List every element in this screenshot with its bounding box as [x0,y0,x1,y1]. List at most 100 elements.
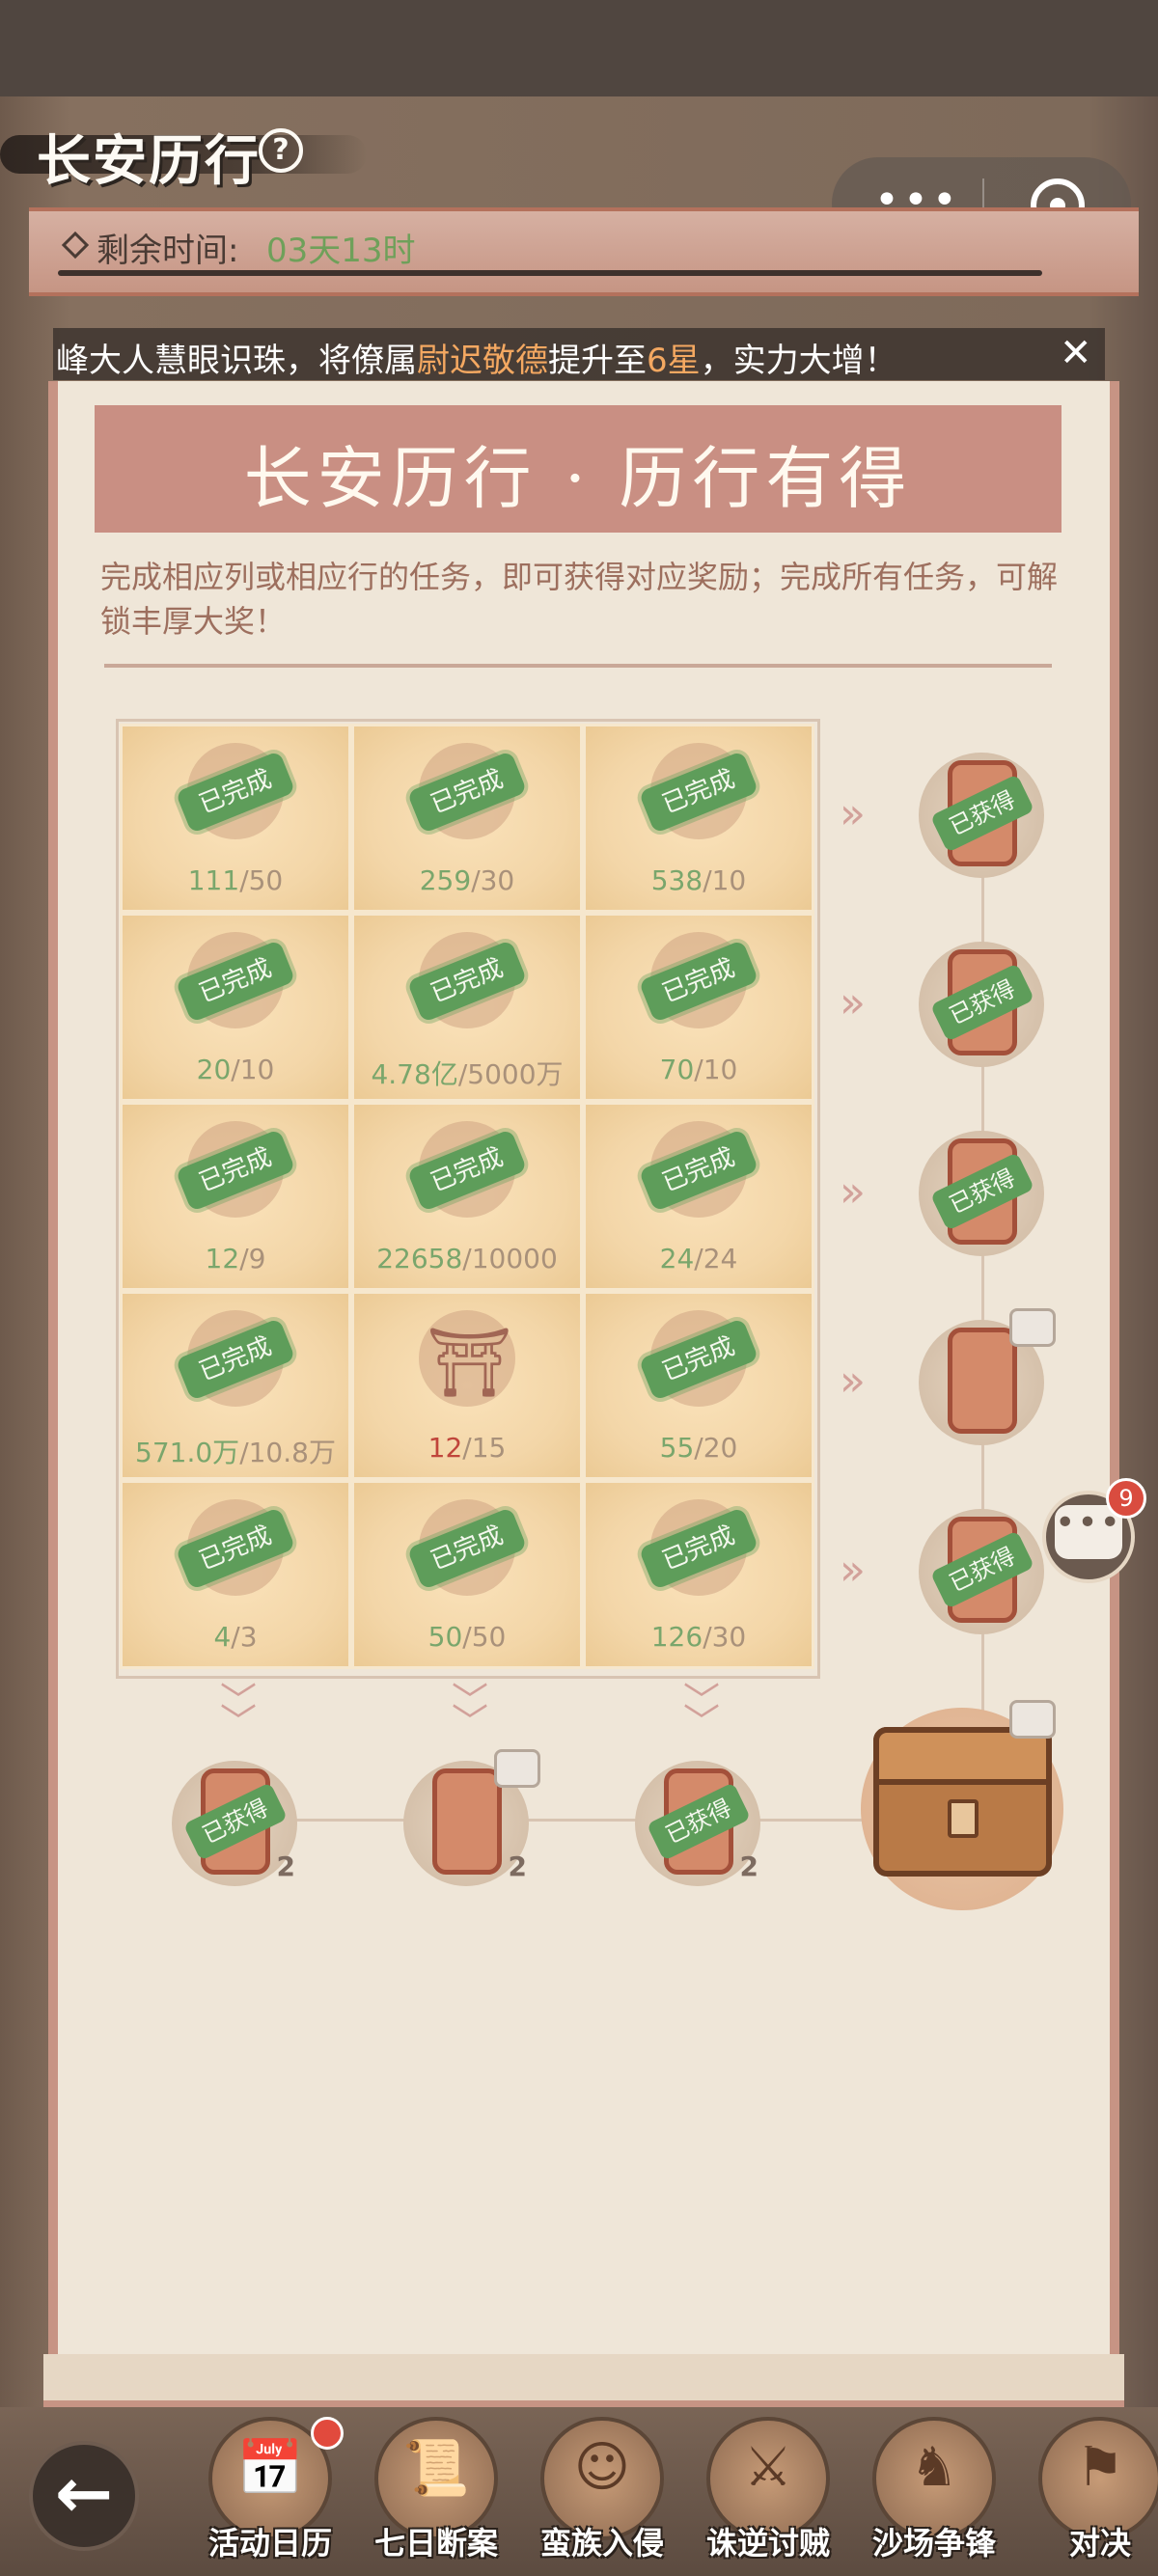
row-arrow-icon: » [840,1546,866,1595]
task-cell[interactable]: 已完成 4/3 [120,1480,351,1669]
task-cell[interactable]: 已完成 259/30 [351,724,583,913]
nav-item[interactable]: ☺ 蛮族入侵 [525,2417,679,2571]
nav-item[interactable]: ⚑ 对决 [1023,2417,1158,2571]
task-progress: 12/15 [351,1432,583,1464]
back-button[interactable]: ← [29,2441,139,2551]
progress-current: 20 [196,1054,232,1085]
task-progress: 70/10 [583,1054,814,1085]
task-cell[interactable]: 已完成 111/50 [120,724,351,913]
status-strip [0,0,1158,96]
progress-target: /5000万 [457,1058,564,1090]
remaining-time-label: 剩余时间: [96,232,239,270]
paper-scroll-bottom [43,2354,1124,2412]
mail-badge-icon [1009,1308,1056,1347]
progress-target: /50 [239,864,284,896]
notice-text: 峰大人慧眼识珠，将僚属尉迟敬德提升至6星，实力大增！ [56,334,897,381]
task-cell[interactable]: 已完成 50/50 [351,1480,583,1669]
progress-current: 55 [659,1432,695,1464]
task-progress: 50/50 [351,1621,583,1653]
notice-pre: 峰大人慧眼识珠，将僚属 [56,342,417,380]
task-progress: 12/9 [120,1243,351,1274]
task-cell[interactable]: 已完成 571.0万/10.8万 [120,1291,351,1480]
task-cell[interactable]: 已完成 126/30 [583,1480,814,1669]
task-cell[interactable]: ⛩ 12/15 [351,1291,583,1480]
row-reward[interactable]: 已获得 [919,942,1044,1067]
task-cell[interactable]: 已完成 4.78亿/5000万 [351,913,583,1102]
progress-current: 571.0万 [135,1437,240,1468]
notice-close-icon[interactable]: ✕ [1060,331,1092,375]
help-icon[interactable]: ? [259,128,303,173]
page-title: 长安历行 [37,129,261,193]
progress-current: 70 [659,1054,695,1085]
barbarian-icon: ☺ [573,2436,631,2499]
notice-officer-name: 尉迟敬德 [417,342,548,380]
section-description: 完成相应列或相应行的任务，即可获得对应奖励；完成所有任务，可解锁丰厚大奖！ [100,559,1059,640]
chat-unread-count: 9 [1106,1478,1146,1519]
column-reward[interactable]: 已获得 2 [635,1761,760,1886]
warrior-icon: ⚔ [743,2436,793,2499]
row-reward[interactable]: 已获得 [919,1509,1044,1634]
calendar-icon: 📅 [236,2437,304,2500]
row-reward[interactable]: 已获得 [919,753,1044,878]
progress-target: /30 [471,864,515,896]
column-reward[interactable]: 已获得 2 [172,1761,297,1886]
row-arrow-icon: » [840,1357,866,1406]
progress-target: /3 [231,1621,258,1653]
column-reward[interactable]: 2 [403,1749,540,1886]
progress-target: /10 [703,864,747,896]
task-cell[interactable]: 已完成 70/10 [583,913,814,1102]
pavilion-icon: ⛩ [427,1323,512,1402]
scroll-icon: 📜 [402,2437,470,2500]
notice-post: ，实力大增！ [700,342,897,380]
task-cell[interactable]: 已完成 20/10 [120,913,351,1102]
nav-item[interactable]: 📜 七日断案 [359,2417,513,2571]
row-arrow-icon: » [840,978,866,1028]
task-cell[interactable]: 已完成 55/20 [583,1291,814,1480]
timer-track [58,270,1042,276]
task-progress: 55/20 [583,1432,814,1464]
task-cell[interactable]: 已完成 12/9 [120,1102,351,1291]
nav-item-label: 沙场争锋 [871,2525,996,2562]
notice-star: 6星 [647,342,701,380]
progress-target: /24 [694,1243,738,1274]
task-progress: 24/24 [583,1243,814,1274]
grand-prize-mail-badge [1009,1700,1056,1739]
nav-item-label: 七日断案 [373,2525,498,2562]
nav-item[interactable]: ⚔ 诛逆讨贼 [691,2417,845,2571]
nav-item-label: 蛮族入侵 [539,2525,664,2562]
row-reward[interactable] [919,1308,1056,1445]
progress-current: 24 [659,1243,695,1274]
task-progress: 20/10 [120,1054,351,1085]
task-cell[interactable]: 已完成 22658/10000 [351,1102,583,1291]
progress-current: 111 [187,864,240,896]
column-arrow-icon: ﹀ ﹀ [683,1680,721,1743]
progress-target: /30 [703,1621,747,1653]
progress-target: /9 [239,1243,266,1274]
mail-badge-icon [494,1749,540,1788]
grand-prize-chest-lock [948,1799,979,1838]
progress-current: 538 [650,864,703,896]
task-progress: 4/3 [120,1621,351,1653]
nav-item[interactable]: 📅 活动日历 [193,2417,347,2571]
nav-item-label: 活动日历 [207,2525,332,2562]
progress-current: 12 [205,1243,240,1274]
remaining-time-value: 03天13时 [266,232,416,270]
progress-current: 126 [650,1621,703,1653]
progress-target: /10.8万 [239,1437,336,1468]
reward-count: 2 [508,1850,527,1882]
progress-target: /50 [462,1621,507,1653]
notice-mid: 提升至 [548,342,647,380]
section-title: 长安历行 · 历行有得 [243,439,913,518]
nav-item-label: 诛逆讨贼 [705,2525,830,2562]
duel-icon: ⚑ [1075,2436,1125,2499]
progress-current: 50 [427,1621,463,1653]
task-progress: 126/30 [583,1621,814,1653]
row-reward[interactable]: 已获得 [919,1131,1044,1256]
section-divider [104,664,1052,668]
task-cell[interactable]: 已完成 538/10 [583,724,814,913]
task-progress: 4.78亿/5000万 [351,1054,583,1092]
task-cell[interactable]: 已完成 24/24 [583,1102,814,1291]
progress-target: /20 [694,1432,738,1464]
nav-item[interactable]: ♞ 沙场争锋 [857,2417,1011,2571]
cavalry-icon: ♞ [909,2436,959,2499]
